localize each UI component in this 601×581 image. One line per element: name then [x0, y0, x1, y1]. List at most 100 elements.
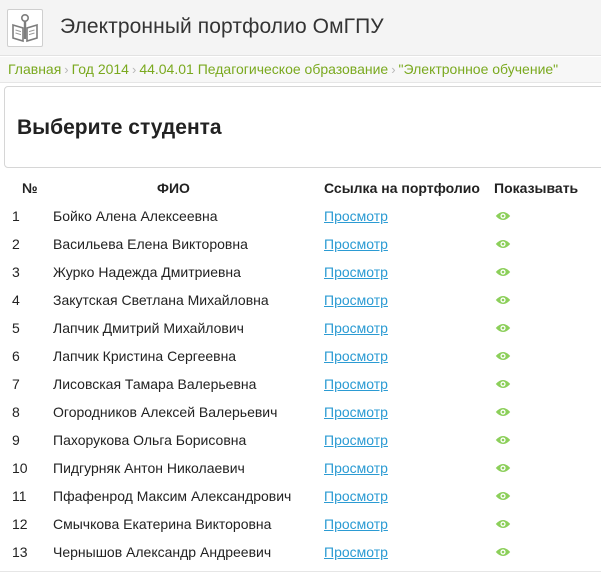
- show-cell: [494, 510, 601, 538]
- eye-icon[interactable]: [495, 405, 511, 421]
- table-row: 1 Бойко Алена Алексеевна Просмотр: [0, 202, 601, 230]
- row-number: 11: [12, 488, 27, 504]
- show-cell: [494, 286, 601, 314]
- breadcrumb-separator-icon: ›: [64, 62, 69, 77]
- link-cell: Просмотр: [324, 258, 494, 286]
- header-show: Показывать: [494, 180, 579, 196]
- table-row: 3 Журко Надежда Дмитриевна Просмотр: [0, 258, 601, 286]
- table-row: 10 Пидгурняк Антон Николаевич Просмотр: [0, 454, 601, 482]
- table-row: 5 Лапчик Дмитрий Михайлович Просмотр: [0, 314, 601, 342]
- link-cell: Просмотр: [324, 342, 494, 370]
- link-cell: Просмотр: [324, 510, 494, 538]
- row-number: 13: [12, 544, 28, 560]
- row-number: 7: [12, 376, 20, 392]
- view-portfolio-link[interactable]: Просмотр: [324, 348, 388, 364]
- view-portfolio-link[interactable]: Просмотр: [324, 432, 388, 448]
- student-name: Пахорукова Ольга Борисовна: [53, 432, 247, 448]
- student-name: Лапчик Дмитрий Михайлович: [53, 320, 244, 336]
- view-portfolio-link[interactable]: Просмотр: [324, 544, 388, 560]
- table-row: 2 Васильева Елена Викторовна Просмотр: [0, 230, 601, 258]
- book-logo-icon[interactable]: [7, 9, 43, 47]
- show-cell: [494, 370, 601, 398]
- table-row: 9 Пахорукова Ольга Борисовна Просмотр: [0, 426, 601, 454]
- breadcrumb-year[interactable]: Год 2014: [72, 61, 129, 77]
- header-num: №: [22, 180, 38, 196]
- student-name: Пфафенрод Максим Александрович: [53, 488, 292, 504]
- view-portfolio-link[interactable]: Просмотр: [324, 264, 388, 280]
- student-name: Лапчик Кристина Сергеевна: [53, 348, 237, 364]
- table-row: 13 Чернышов Александр Андреевич Просмотр: [0, 538, 601, 566]
- eye-icon[interactable]: [495, 433, 511, 449]
- breadcrumb-program[interactable]: 44.04.01 Педагогическое образование: [139, 61, 388, 77]
- site-title: Электронный портфолио ОмГПУ: [60, 15, 384, 38]
- divider: [0, 571, 601, 572]
- student-name: Бойко Алена Алексеевна: [53, 208, 218, 224]
- link-cell: Просмотр: [324, 426, 494, 454]
- header-fio: ФИО: [157, 180, 190, 196]
- eye-icon[interactable]: [495, 209, 511, 225]
- row-number: 4: [12, 292, 20, 308]
- breadcrumb: Главная › Год 2014 › 44.04.01 Педагогическое…: [0, 57, 601, 83]
- eye-icon[interactable]: [495, 489, 511, 505]
- view-portfolio-link[interactable]: Просмотр: [324, 292, 388, 308]
- table-row: 12 Смычкова Екатерина Викторовна Просмотр: [0, 510, 601, 538]
- student-name: Журко Надежда Дмитриевна: [53, 264, 241, 280]
- eye-icon[interactable]: [495, 265, 511, 281]
- breadcrumb-profile[interactable]: "Электронное обучение": [399, 61, 559, 77]
- eye-icon[interactable]: [495, 321, 511, 337]
- show-cell: [494, 230, 601, 258]
- row-number: 12: [12, 516, 28, 532]
- eye-icon[interactable]: [495, 237, 511, 253]
- link-cell: Просмотр: [324, 398, 494, 426]
- link-cell: Просмотр: [324, 286, 494, 314]
- table-row: 4 Закутская Светлана Михайловна Просмотр: [0, 286, 601, 314]
- view-portfolio-link[interactable]: Просмотр: [324, 404, 388, 420]
- row-number: 3: [12, 264, 20, 280]
- show-cell: [494, 258, 601, 286]
- show-cell: [494, 482, 601, 510]
- breadcrumb-separator-icon: ›: [131, 62, 137, 77]
- breadcrumb-home[interactable]: Главная: [8, 61, 61, 77]
- students-table: № ФИО Ссылка на портфолио Показывать 1 Бо…: [0, 174, 601, 566]
- show-cell: [494, 538, 601, 566]
- title-panel: Выберите студента: [4, 86, 601, 168]
- view-portfolio-link[interactable]: Просмотр: [324, 320, 388, 336]
- link-cell: Просмотр: [324, 454, 494, 482]
- student-name: Пидгурняк Антон Николаевич: [53, 460, 245, 476]
- show-cell: [494, 342, 601, 370]
- table-row: 11 Пфафенрод Максим Александрович Просмотр: [0, 482, 601, 510]
- link-cell: Просмотр: [324, 482, 494, 510]
- eye-icon[interactable]: [495, 377, 511, 393]
- view-portfolio-link[interactable]: Просмотр: [324, 460, 388, 476]
- show-cell: [494, 398, 601, 426]
- show-cell: [494, 314, 601, 342]
- view-portfolio-link[interactable]: Просмотр: [324, 516, 388, 532]
- view-portfolio-link[interactable]: Просмотр: [324, 376, 388, 392]
- row-number: 5: [12, 320, 20, 336]
- view-portfolio-link[interactable]: Просмотр: [324, 488, 388, 504]
- student-name: Лисовская Тамара Валерьевна: [53, 376, 257, 392]
- show-cell: [494, 202, 601, 230]
- link-cell: Просмотр: [324, 538, 494, 566]
- student-name: Васильева Елена Викторовна: [53, 236, 248, 252]
- link-cell: Просмотр: [324, 370, 494, 398]
- row-number: 10: [12, 460, 28, 476]
- view-portfolio-link[interactable]: Просмотр: [324, 236, 388, 252]
- eye-icon[interactable]: [495, 545, 511, 561]
- row-number: 2: [12, 236, 20, 252]
- eye-icon[interactable]: [495, 461, 511, 477]
- eye-icon[interactable]: [495, 349, 511, 365]
- view-portfolio-link[interactable]: Просмотр: [324, 208, 388, 224]
- eye-icon[interactable]: [495, 517, 511, 533]
- row-number: 6: [12, 348, 20, 364]
- page-title: Выберите студента: [17, 116, 222, 139]
- eye-icon[interactable]: [495, 293, 511, 309]
- row-number: 8: [12, 404, 20, 420]
- site-header: Электронный портфолио ОмГПУ: [0, 0, 601, 56]
- row-number: 9: [12, 432, 20, 448]
- link-cell: Просмотр: [324, 202, 494, 230]
- table-header-row: № ФИО Ссылка на портфолио Показывать: [0, 174, 601, 202]
- link-cell: Просмотр: [324, 230, 494, 258]
- table-row: 8 Огородников Алексей Валерьевич Просмотр: [0, 398, 601, 426]
- show-cell: [494, 426, 601, 454]
